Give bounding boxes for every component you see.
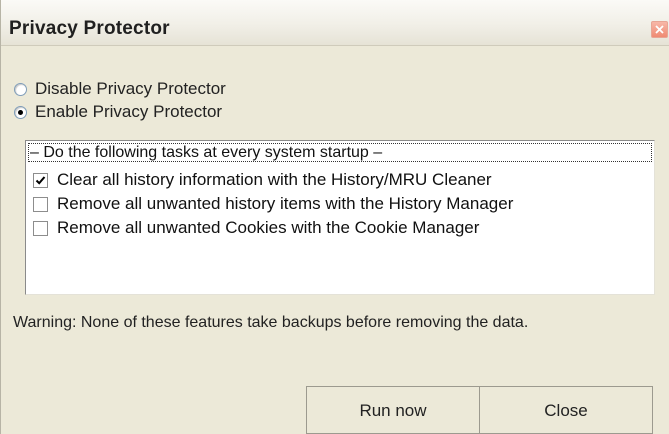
disable-privacy-protector-radio[interactable]: Disable Privacy Protector [14, 78, 226, 100]
check-mark-icon [35, 175, 46, 185]
warning-text: Warning: None of these features take bac… [13, 314, 529, 331]
close-icon [655, 25, 664, 34]
startup-tasks-list[interactable]: – Do the following tasks at every system… [25, 140, 655, 295]
checkbox-unchecked[interactable] [33, 220, 48, 236]
radio-button-selected[interactable] [14, 105, 27, 119]
run-now-button[interactable]: Run now [306, 386, 480, 434]
task-cookie-manager[interactable]: Remove all unwanted Cookies with the Coo… [33, 217, 479, 239]
privacy-protector-window: Privacy Protector Disable Privacy Protec… [0, 0, 669, 434]
enable-privacy-protector-radio[interactable]: Enable Privacy Protector [14, 101, 222, 123]
task-label: Remove all unwanted history items with t… [57, 194, 514, 213]
radio-button[interactable] [14, 82, 27, 96]
radio-label: Enable Privacy Protector [35, 102, 223, 121]
title-bar[interactable]: Privacy Protector [1, 0, 669, 46]
checkbox-unchecked[interactable] [33, 196, 48, 212]
close-window-button[interactable] [651, 21, 668, 38]
window-title: Privacy Protector [9, 18, 170, 39]
close-button[interactable]: Close [479, 386, 653, 434]
task-label: Remove all unwanted Cookies with the Coo… [57, 218, 480, 237]
checkbox-checked[interactable] [33, 172, 48, 188]
radio-label: Disable Privacy Protector [35, 79, 226, 98]
task-history-manager[interactable]: Remove all unwanted history items with t… [33, 193, 513, 215]
task-history-mru-cleaner[interactable]: Clear all history information with the H… [33, 169, 492, 191]
task-label: Clear all history information with the H… [57, 170, 492, 189]
task-list-header: – Do the following tasks at every system… [28, 143, 652, 162]
